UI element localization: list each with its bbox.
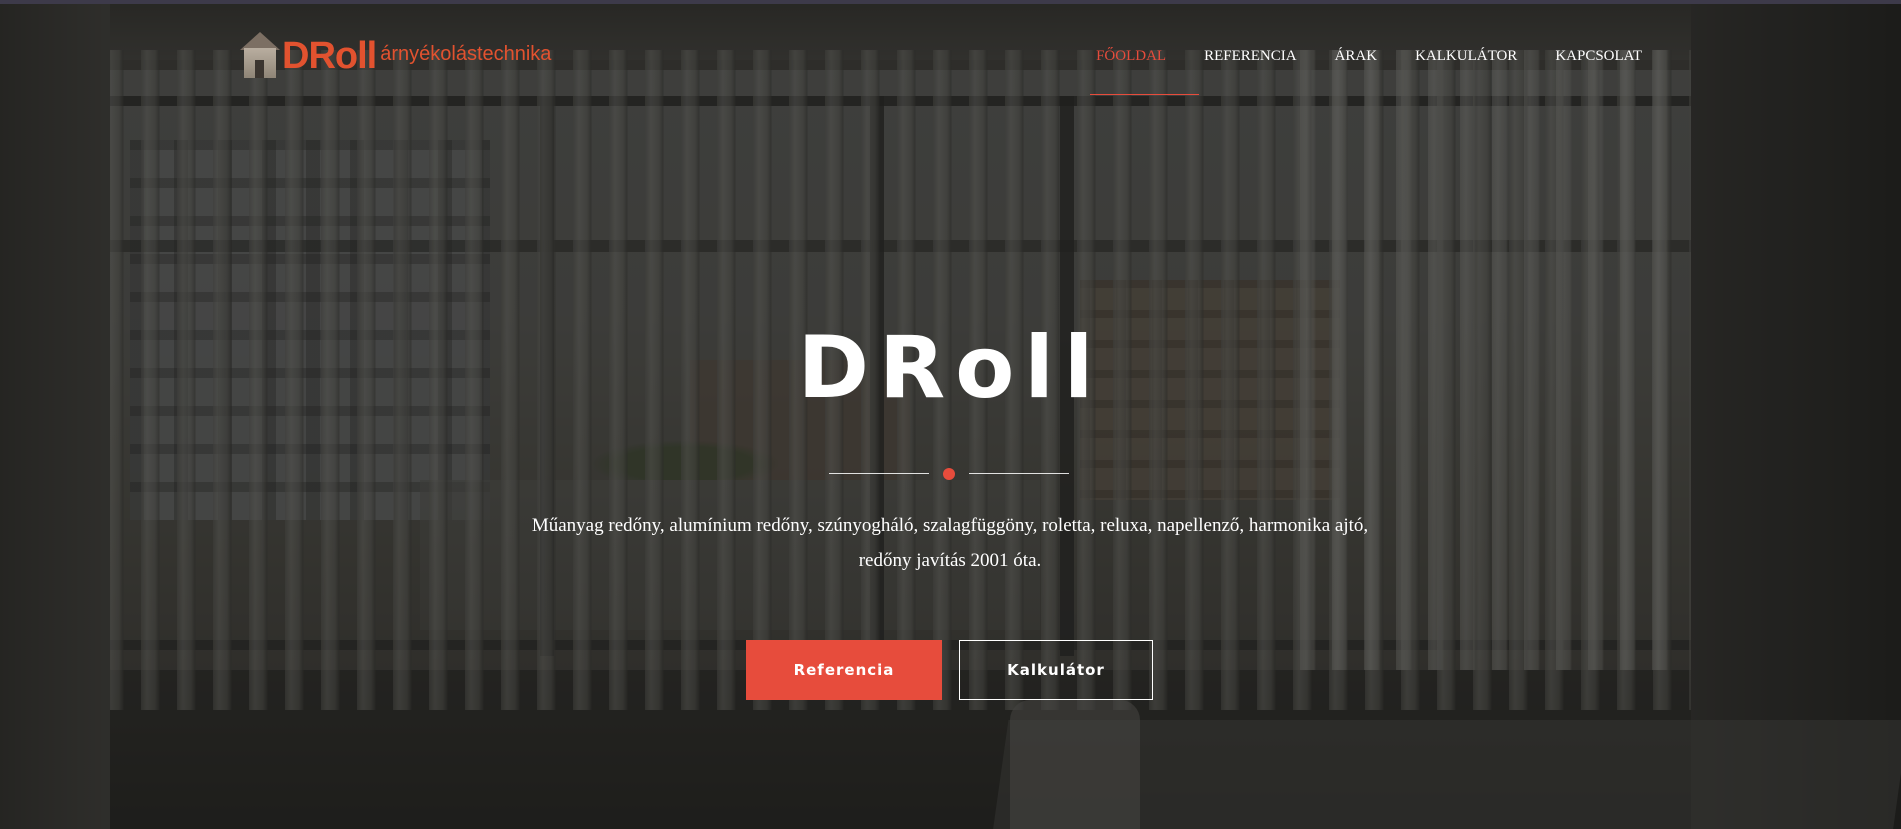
- house-icon: [240, 32, 280, 78]
- site-header: DRoll árnyékolástechnika FŐOLDAL REFEREN…: [0, 0, 1901, 100]
- nav-item-arak[interactable]: ÁRAK: [1316, 46, 1397, 66]
- referencia-button[interactable]: Referencia: [746, 640, 942, 700]
- nav-item-kalkulator[interactable]: KALKULÁTOR: [1396, 46, 1536, 66]
- logo-text: DRoll: [282, 35, 377, 77]
- title-divider: [829, 468, 1069, 480]
- nav-item-kapcsolat[interactable]: KAPCSOLAT: [1536, 46, 1661, 66]
- hero: DRoll Műanyag redőny, alumínium redőny, …: [0, 0, 1901, 829]
- main-nav: FŐOLDAL REFERENCIA ÁRAK KALKULÁTOR KAPCS…: [1077, 46, 1661, 66]
- kalkulator-button[interactable]: Kalkulátor: [959, 640, 1153, 700]
- logo[interactable]: DRoll árnyékolástechnika: [240, 28, 551, 78]
- nav-item-fooldal[interactable]: FŐOLDAL: [1077, 46, 1185, 66]
- logo-tagline: árnyékolástechnika: [380, 43, 552, 65]
- hero-title: DRoll: [797, 318, 1104, 418]
- active-nav-underline: [1090, 94, 1199, 95]
- page: DRoll árnyékolástechnika FŐOLDAL REFEREN…: [0, 0, 1901, 829]
- nav-item-referencia[interactable]: REFERENCIA: [1185, 46, 1316, 66]
- divider-dot: [943, 468, 955, 480]
- hero-description: Műanyag redőny, alumínium redőny, szúnyo…: [531, 515, 1369, 571]
